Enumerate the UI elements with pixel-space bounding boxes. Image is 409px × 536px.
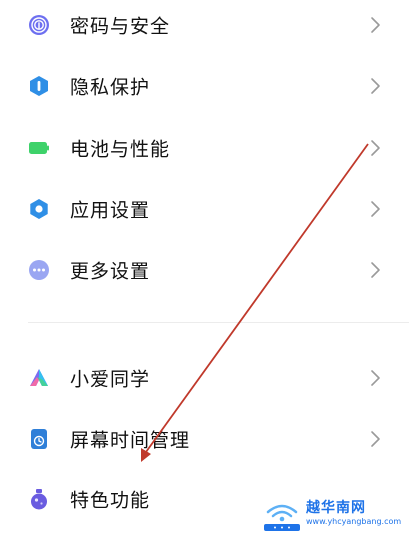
watermark-title: 越华南网 (306, 500, 366, 516)
more-dots-icon (28, 259, 50, 281)
settings-item-app-settings[interactable]: 应用设置 (0, 179, 409, 239)
section-divider (28, 322, 409, 323)
settings-item-xiaoai[interactable]: 小爱同学 (0, 348, 409, 408)
xiaoai-icon (28, 367, 50, 389)
chevron-right-icon (370, 200, 382, 218)
watermark-logo-icon (264, 504, 300, 531)
screen-time-icon (28, 428, 50, 450)
feature-flask-icon (28, 488, 50, 510)
battery-icon (28, 137, 50, 159)
settings-item-password-security[interactable]: 密码与安全 (0, 0, 409, 55)
chevron-right-icon (370, 430, 382, 448)
settings-item-label: 电池与性能 (70, 138, 171, 161)
settings-item-privacy[interactable]: 隐私保护 (0, 56, 409, 116)
watermark: 越华南网 www.yhcyangbang.com (262, 496, 407, 534)
settings-item-label: 小爱同学 (70, 368, 151, 391)
settings-item-label: 屏幕时间管理 (70, 429, 191, 452)
watermark-url: www.yhcyangbang.com (306, 517, 402, 526)
settings-item-label: 更多设置 (70, 260, 151, 283)
settings-item-label: 应用设置 (70, 199, 151, 222)
settings-screen: 密码与安全 隐私保护 电池与性能 应用设置 更多设置 小爱同学 屏幕时间管理 特… (0, 0, 409, 536)
settings-item-label: 密码与安全 (70, 15, 171, 38)
privacy-shield-icon (28, 75, 50, 97)
fingerprint-icon (28, 14, 50, 36)
settings-item-label: 特色功能 (70, 489, 151, 512)
chevron-right-icon (370, 77, 382, 95)
settings-item-label: 隐私保护 (70, 76, 151, 99)
chevron-right-icon (370, 16, 382, 34)
settings-item-more-settings[interactable]: 更多设置 (0, 240, 409, 300)
chevron-right-icon (370, 139, 382, 157)
chevron-right-icon (370, 369, 382, 387)
settings-item-screen-time[interactable]: 屏幕时间管理 (0, 409, 409, 469)
gear-icon (28, 198, 50, 220)
settings-item-battery[interactable]: 电池与性能 (0, 118, 409, 178)
chevron-right-icon (370, 261, 382, 279)
